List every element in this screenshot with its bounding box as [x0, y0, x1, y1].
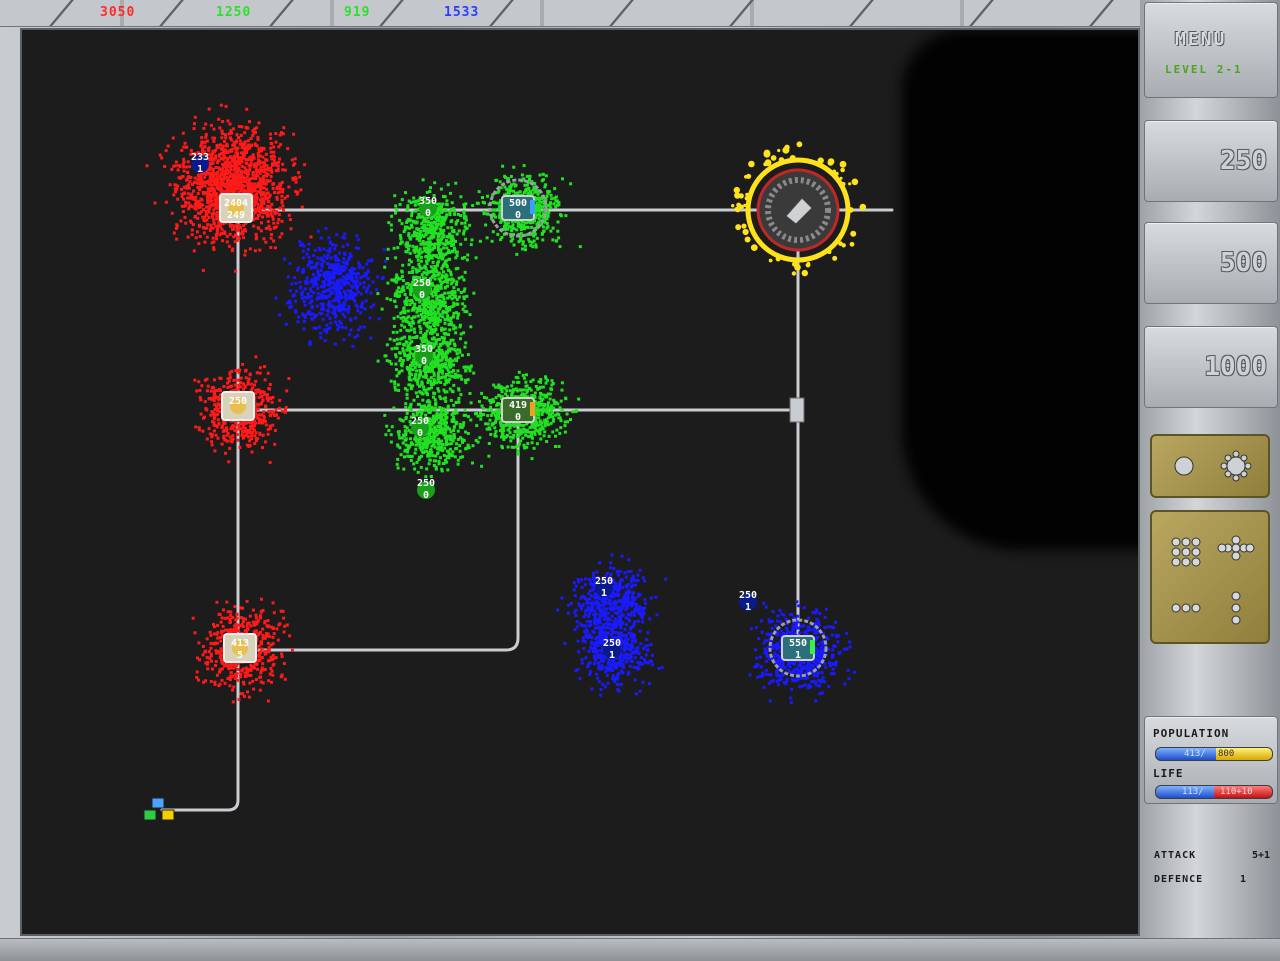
score-red: 3050	[100, 5, 135, 20]
squad-level: 0	[419, 290, 425, 301]
formation-selector[interactable]	[1150, 510, 1270, 644]
send-1000-label: 1000	[1204, 352, 1267, 382]
road-lower	[238, 410, 518, 650]
red-base-mid-count: 250	[229, 396, 247, 407]
population-max: 800	[1218, 748, 1234, 760]
send-500-label: 500	[1220, 248, 1267, 278]
bar-divider	[969, 0, 994, 26]
send-250-button[interactable]: 250	[1144, 120, 1278, 202]
green-base-mid-level: 0	[515, 412, 521, 423]
bar-divider	[269, 0, 294, 26]
squad-count: 350	[415, 344, 433, 355]
column-formation-icon[interactable]	[1232, 592, 1240, 624]
life-current: 113/	[1182, 786, 1204, 798]
bar-divider	[1089, 0, 1114, 26]
green-base-top-count: 500	[509, 198, 527, 209]
defence-label: DEFENCE	[1154, 874, 1203, 885]
bottom-frame	[0, 938, 1280, 961]
level-label: LEVEL 2-1	[1165, 63, 1243, 76]
population-bar: 413/ 800	[1155, 747, 1273, 761]
unit-type-selector[interactable]	[1150, 434, 1270, 498]
blue-swarm-top	[275, 227, 387, 348]
life-max: 110+10	[1220, 786, 1253, 798]
score-bar: 3050 1250 919 1533	[0, 0, 1280, 27]
road-junction	[790, 398, 804, 422]
send-250-label: 250	[1220, 146, 1267, 176]
squad-count: 233	[191, 152, 209, 163]
life-label: LIFE	[1153, 767, 1184, 780]
squad-level: 1	[745, 602, 751, 613]
attack-label: ATTACK	[1154, 850, 1196, 861]
squad-level: 1	[197, 164, 203, 175]
squad-count: 250	[417, 478, 435, 489]
grid-formation-icon[interactable]	[1172, 538, 1200, 566]
squad-count: 350	[419, 196, 437, 207]
squad-count: 250	[411, 416, 429, 427]
life-bar: 113/ 110+10	[1155, 785, 1273, 799]
bar-divider	[159, 0, 184, 26]
blue-base-level: 1	[795, 650, 801, 661]
battlefield[interactable]: 2404249250413550004190550123313500250035…	[20, 28, 1140, 936]
side-panel: MENU LEVEL 2-1 250 500 1000	[1140, 0, 1280, 938]
send-1000-button[interactable]: 1000	[1144, 326, 1278, 408]
bar-divider	[729, 0, 754, 26]
neutral-yellow[interactable]	[748, 160, 848, 260]
map-canvas[interactable]: 2404249250413550004190550123313500250035…	[22, 30, 1138, 934]
bar-divider	[849, 0, 874, 26]
squad-level: 1	[601, 588, 607, 599]
red-base-top-count: 2404	[224, 198, 248, 209]
squad-level: 0	[423, 490, 429, 501]
red-base-bottom-count: 413	[231, 638, 249, 649]
score-blue: 1533	[444, 5, 479, 20]
red-base-top-level: 249	[227, 210, 245, 221]
unit-type-icons	[1152, 436, 1268, 496]
population-current: 413/	[1184, 748, 1206, 760]
bar-divider	[609, 0, 634, 26]
spawn-green-icon	[144, 810, 156, 820]
send-500-button[interactable]: 500	[1144, 222, 1278, 304]
squad-level: 1	[609, 650, 615, 661]
population-label: POPULATION	[1153, 727, 1229, 740]
bar-divider	[379, 0, 404, 26]
green-swarm-4	[383, 380, 485, 479]
green-base-top-level: 0	[515, 210, 521, 221]
attack-value: 5+1	[1252, 850, 1270, 861]
squad-level: 0	[425, 208, 431, 219]
menu-button[interactable]: MENU LEVEL 2-1	[1144, 2, 1278, 98]
red-swarm-top	[146, 104, 313, 273]
squad-count: 250	[603, 638, 621, 649]
spawn-blue-icon	[152, 798, 164, 808]
score-green-2: 919	[344, 5, 370, 20]
stats-box: POPULATION 413/ 800 LIFE 113/ 110+10	[1144, 716, 1278, 804]
squad-count: 250	[739, 590, 757, 601]
road-left	[162, 210, 238, 810]
squad-count: 250	[413, 278, 431, 289]
bar-divider	[489, 0, 514, 26]
blue-base-count: 550	[789, 638, 807, 649]
red-base-bottom-level: 5	[237, 650, 243, 661]
defence-value: 1	[1240, 874, 1246, 885]
row-formation-icon[interactable]	[1172, 604, 1200, 612]
squad-level: 0	[417, 428, 423, 439]
squad-count: 250	[595, 576, 613, 587]
diamond-formation-icon[interactable]	[1218, 536, 1254, 560]
spawn-yellow-icon	[162, 810, 174, 820]
single-orb-icon[interactable]	[1175, 457, 1193, 475]
squad-level: 0	[421, 356, 427, 367]
menu-label: MENU	[1175, 29, 1226, 50]
score-green-1: 1250	[216, 5, 251, 20]
bar-divider	[49, 0, 74, 26]
road-network	[162, 210, 892, 810]
unit-labels: 2404249250413550004190550123313500250035…	[191, 152, 807, 661]
formation-icons	[1152, 512, 1268, 642]
green-base-mid-count: 419	[509, 400, 527, 411]
